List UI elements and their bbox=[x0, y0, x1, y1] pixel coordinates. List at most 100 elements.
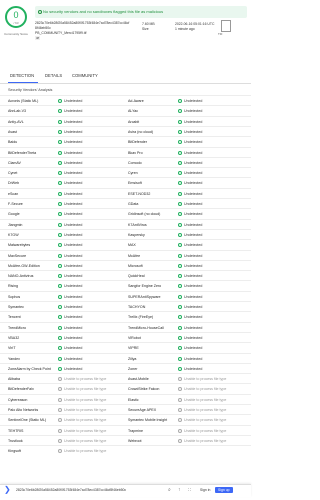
vendor-name: K7GW bbox=[8, 232, 19, 237]
vendor-row: ZoneAlarm by Check Point Undetected Zoner U… bbox=[0, 362, 251, 373]
ban-icon bbox=[178, 438, 182, 443]
search-icon[interactable]: ⌕ bbox=[168, 487, 171, 493]
vendor-status: Undetected bbox=[64, 140, 83, 145]
check-circle-icon bbox=[178, 253, 182, 258]
vendor-status: Undetected bbox=[64, 346, 83, 351]
vendor-row: Sophos Undetected SUPERAntiSpyware Undetect… bbox=[0, 290, 251, 301]
vendor-status: Undetected bbox=[64, 212, 83, 217]
vendor-name: Ad-Aware bbox=[128, 99, 144, 103]
check-circle-icon bbox=[58, 119, 62, 124]
file-type-label: TIF bbox=[218, 32, 223, 36]
ban-icon bbox=[58, 387, 62, 392]
vendor-name: Symantec Mobile Insight bbox=[128, 418, 168, 423]
check-circle-icon bbox=[178, 356, 182, 361]
vendor-status: Unable to process file type bbox=[64, 387, 107, 392]
vendor-name: Jiangmin bbox=[8, 222, 23, 227]
vendor-row: BitDefenderFalx Unable to process file ty… bbox=[0, 383, 251, 393]
vendor-row: Cynet Undetected Cyren Undetected bbox=[0, 167, 251, 177]
vendor-row: Jiangmin Undetected K7AntiVirus Undetected bbox=[0, 218, 251, 229]
vendor-name: Malwarebytes bbox=[8, 243, 31, 248]
vendor-name: Acronis (Static ML) bbox=[8, 99, 39, 103]
vendor-status: Undetected bbox=[184, 191, 203, 196]
sign-in-link[interactable]: Sign in bbox=[200, 488, 210, 492]
check-circle-icon bbox=[178, 366, 182, 371]
vendor-row: Antiy-AVL Undetected Arcabit Undetected bbox=[0, 115, 251, 126]
vendor-name: Sangfor Engine Zero bbox=[128, 284, 162, 289]
vendor-status: Undetected bbox=[64, 243, 83, 248]
vendor-name: TACHYON bbox=[128, 305, 146, 309]
vendor-name: Cybereason bbox=[8, 397, 28, 402]
vendor-name: McAfee bbox=[128, 253, 141, 258]
check-circle-icon bbox=[178, 232, 182, 237]
tab-details[interactable]: DETAILS bbox=[45, 73, 62, 78]
vendor-status: Undetected bbox=[64, 253, 83, 258]
upload-icon[interactable]: ↑ bbox=[178, 487, 181, 493]
file-date-ago: 1 minute ago bbox=[175, 26, 195, 31]
vendor-name: VBA32 bbox=[8, 335, 20, 340]
check-circle-icon bbox=[58, 212, 62, 217]
tab-detection[interactable]: DETECTION bbox=[10, 73, 34, 78]
vendor-status: Undetected bbox=[64, 160, 83, 165]
check-circle-icon bbox=[58, 191, 62, 196]
tab-community[interactable]: COMMUNITY bbox=[72, 73, 98, 78]
vendor-name: Microsoft bbox=[128, 263, 143, 268]
vendor-name: Trellix (FireEye) bbox=[128, 315, 154, 320]
check-circle-icon bbox=[178, 305, 182, 309]
vendor-status: Undetected bbox=[64, 171, 83, 176]
check-circle-icon bbox=[38, 10, 42, 14]
vendor-status: Undetected bbox=[64, 119, 83, 124]
vendor-status: Unable to process file type bbox=[184, 397, 227, 402]
vendor-status: Undetected bbox=[184, 150, 203, 155]
ban-icon bbox=[58, 397, 62, 402]
vendor-status: Undetected bbox=[64, 109, 83, 114]
check-circle-icon bbox=[58, 202, 62, 206]
vendor-name: Symantec bbox=[8, 305, 24, 309]
check-circle-icon bbox=[58, 160, 62, 165]
vendor-status: Unable to process file type bbox=[184, 408, 227, 412]
check-circle-icon bbox=[58, 129, 62, 134]
vendor-row: ClamAV Undetected Comodo Undetected bbox=[0, 156, 251, 167]
vendor-name: Trapmine bbox=[128, 428, 144, 433]
vendor-name: GData bbox=[128, 202, 139, 206]
ban-icon bbox=[58, 438, 62, 443]
vendor-status: Undetected bbox=[64, 263, 83, 268]
vendor-name: Tencent bbox=[8, 315, 21, 320]
vendor-name: Yandex bbox=[8, 356, 20, 361]
check-circle-icon bbox=[58, 274, 62, 279]
check-circle-icon bbox=[178, 263, 182, 268]
vendor-row: McAfee-GW-Edition Undetected Microsoft Unde… bbox=[0, 259, 251, 270]
vendor-name: MaxSecure bbox=[8, 253, 27, 258]
sign-up-button[interactable]: Sign up bbox=[215, 487, 233, 493]
vendor-row: Rising Undetected Sangfor Engine Zero Undet… bbox=[0, 280, 251, 290]
ban-icon bbox=[178, 397, 182, 402]
vendor-row: Kingsoft Unable to process file type bbox=[0, 445, 251, 455]
ban-icon bbox=[58, 428, 62, 433]
check-circle-icon bbox=[178, 171, 182, 176]
vendor-name: MAX bbox=[128, 243, 136, 248]
check-circle-icon bbox=[58, 263, 62, 268]
file-tag[interactable]: tiff bbox=[35, 36, 41, 40]
vendor-name: TEHTRIS bbox=[8, 428, 24, 433]
vendor-status: Undetected bbox=[184, 335, 203, 340]
detection-score-ring: 0 / 63 bbox=[5, 6, 27, 28]
search-input[interactable]: 2823c70e6b28f20a58452a80f0f1753f484e7ad7… bbox=[16, 486, 162, 494]
vendor-status: Undetected bbox=[184, 356, 203, 361]
vendor-name: Rising bbox=[8, 284, 18, 289]
check-circle-icon bbox=[178, 129, 182, 134]
check-circle-icon bbox=[58, 366, 62, 371]
vendor-status: Undetected bbox=[64, 315, 83, 320]
file-size: 7.60 MB Size bbox=[142, 22, 155, 31]
virustotal-logo-icon[interactable]: ❯ bbox=[4, 486, 11, 494]
vendor-row: Malwarebytes Undetected MAX Undetected bbox=[0, 239, 251, 249]
vendor-status: Undetected bbox=[64, 150, 83, 155]
vendor-status: Unable to process file type bbox=[64, 377, 107, 382]
vendor-row: Avast Undetected Avira (no cloud) Undetecte… bbox=[0, 125, 251, 136]
ban-icon bbox=[58, 377, 62, 382]
check-circle-icon bbox=[178, 243, 182, 248]
grid-icon[interactable]: ∷ bbox=[188, 487, 191, 493]
vendor-status: Undetected bbox=[184, 305, 203, 309]
check-circle-icon bbox=[178, 140, 182, 145]
check-circle-icon bbox=[178, 222, 182, 227]
file-hash[interactable]: 2823c70e6b28f20a58452a80f0f1753f484e7ad7… bbox=[35, 21, 130, 30]
vendor-row: Trustlook Unable to process file type Webr… bbox=[0, 434, 251, 445]
